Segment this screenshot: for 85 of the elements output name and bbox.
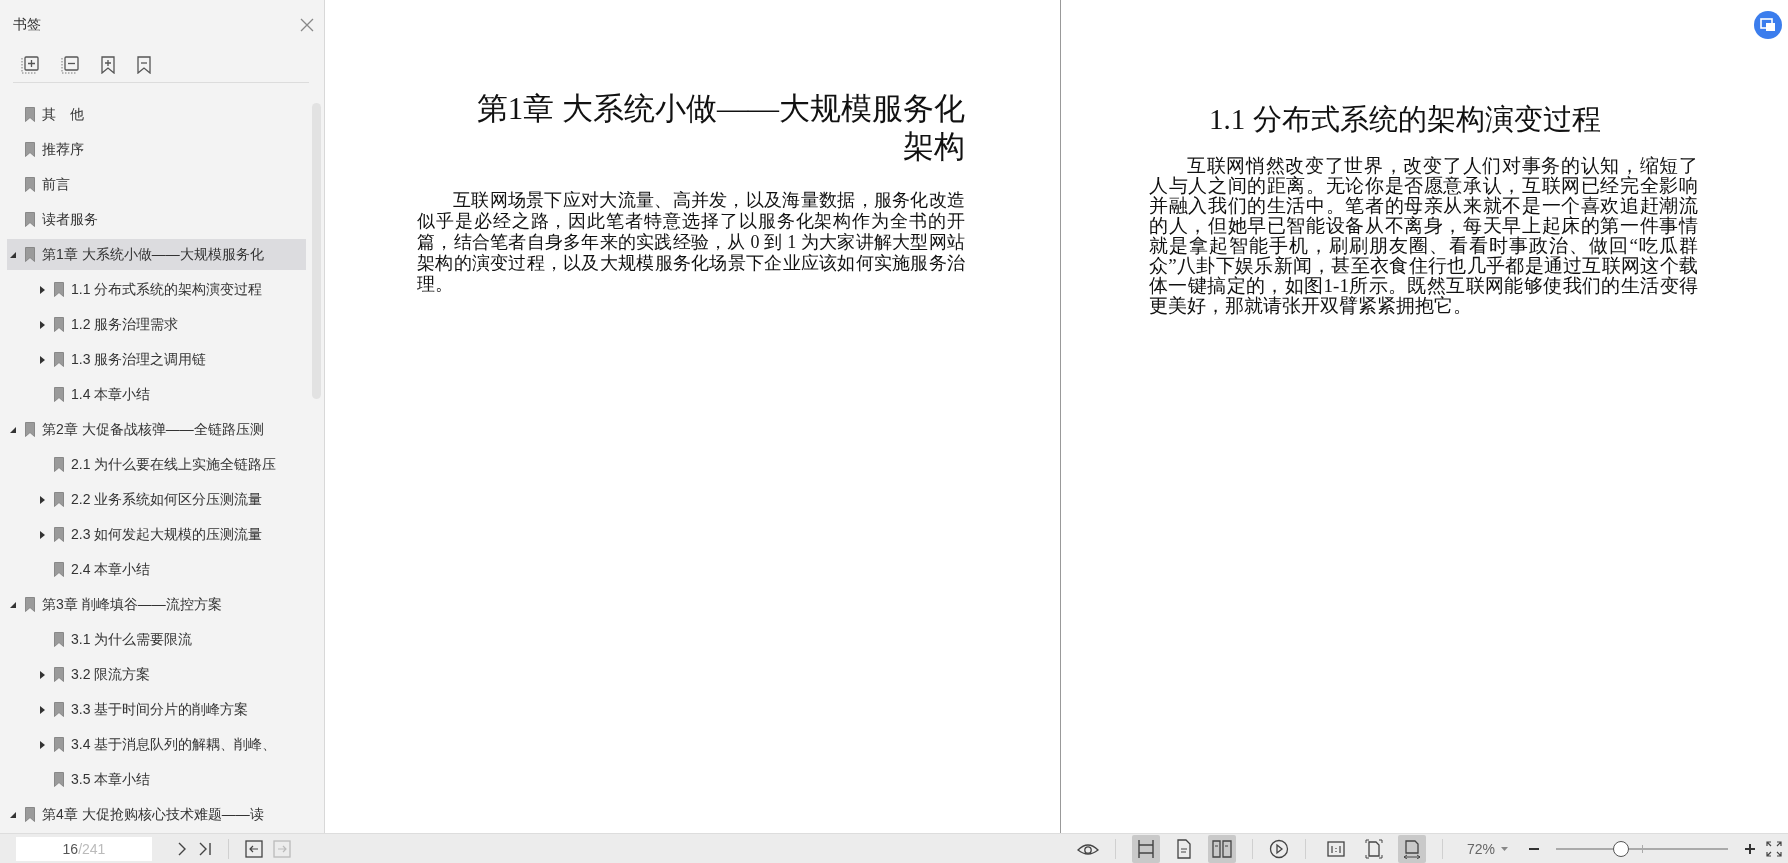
expand-triangle-icon[interactable] [38,670,46,679]
continuous-view-button[interactable] [1131,834,1160,863]
chapter-heading: 1.1 分布式系统的架构演变过程 [1208,102,1602,137]
actual-size-icon [1326,839,1345,858]
bookmark-item[interactable]: 1.2 服务治理需求 [25,309,306,340]
bookmark-item[interactable]: 2.2 业务系统如何区分压测流量 [25,484,306,515]
bookmark-icon [25,597,35,612]
bookmark-icon [54,317,64,332]
expand-triangle-icon[interactable] [38,530,46,539]
bookmark-item[interactable]: 读者服务 [7,204,306,235]
paragraph: 互联网悄然改变了世界，改变了人们对事务的认知，缩短了人与人之间的距离。无论你是否愿意承认，互联网已经完全影响并融入我们的生活中。笔者的母亲从来就不是一个喜欢追赶潮流的人，但她早已智能设备从不离身，每天早上起床的第一件事情就是拿起智能手机，刷刷朋友圈、看看时事政治、做回“吃瓜群众”八卦下娱乐新闻，甚至衣食住行也几乎都是通过互联网这个载体一键搞定的，如图1-1所示。既然互联网能够使我们的生活变得更美好，那就请张开双臂紧紧拥抱它。 [1149,156,1698,316]
collapse-triangle-icon[interactable] [9,600,17,609]
bookmark-item[interactable]: 2.1 为什么要在线上实施全链路压 [25,449,306,480]
bookmark-item[interactable]: 2.4 本章小结 [25,554,306,585]
play-icon[interactable] [1268,838,1289,859]
expand-triangle-icon[interactable] [38,705,46,714]
expand-triangle-icon[interactable] [38,740,46,749]
collapse-triangle-icon[interactable] [9,250,17,259]
fit-page-icon [1364,838,1383,859]
bookmark-icon [54,492,64,507]
fit-width-icon [1401,838,1422,859]
bookmark-item[interactable]: 3.1 为什么需要限流 [25,624,306,655]
bookmark-icon [25,807,35,822]
two-pages-icon [1211,838,1232,859]
bookmark-icon [25,142,35,157]
page-number-field[interactable]: 16/241 [16,836,152,861]
panel-title: 书签 [13,16,41,34]
bookmark-icon [54,457,64,472]
bookmark-item[interactable]: 第3章 削峰填谷——流控方案 [7,589,306,620]
chapter-heading: 第1章 大系统小做——大规模服务化架构 [475,90,965,166]
bookmark-item[interactable]: 1.4 本章小结 [25,379,306,410]
bookmark-icon [54,527,64,542]
bookmark-icon [25,177,35,192]
next-page-icon[interactable] [176,840,188,857]
collapse-triangle-icon[interactable] [9,810,17,819]
continuous-pages-icon [1136,838,1155,859]
bookmark-icon [54,632,64,647]
bookmark-item[interactable]: 1.1 分布式系统的架构演变过程 [25,274,306,305]
paragraph: 互联网场景下应对大流量、高并发，以及海量数据，服务化改造似乎是必经之路，因此笔者特意选择了以服务化架构作为全书的开篇，结合笔者自身多年来的实践经验，从 0 到 1 为大家讲解大型网站架构的演变过程，以及大规模服务化场景下企业应该如何实施服务治理。 [417,190,965,295]
bookmark-item[interactable]: 3.3 基于时间分片的削峰方案 [25,694,306,725]
expand-triangle-icon[interactable] [38,495,46,504]
bookmark-icon [25,422,35,437]
bookmark-icon [54,772,64,787]
bookmark-icon [54,387,64,402]
expand-all-icon[interactable] [21,56,39,74]
bookmark-item[interactable]: 推荐序 [7,134,306,165]
bookmark-icon [54,737,64,752]
bookmark-icon [54,702,64,717]
bookmark-item[interactable]: 3.5 本章小结 [25,764,306,795]
chat-icon[interactable] [1754,11,1782,39]
back-icon[interactable] [245,839,263,858]
bookmark-icon [25,107,35,122]
bookmark-item[interactable]: 第2章 大促备战核弹——全链路压测 [7,414,306,445]
collapse-triangle-icon[interactable] [9,425,17,434]
remove-bookmark-icon[interactable] [137,56,151,74]
slider-thumb[interactable] [1612,840,1629,857]
expand-triangle-icon[interactable] [38,355,46,364]
bookmark-item[interactable]: 第1章 大系统小做——大规模服务化 [7,239,306,270]
bookmark-item[interactable]: 3.4 基于消息队列的解耦、削峰、 [25,729,306,760]
bookmark-item[interactable]: 其 他 [7,99,306,130]
caret-icon [1501,846,1508,851]
fit-width-button[interactable] [1397,834,1426,863]
bookmark-item[interactable]: 第4章 大促抢购核心技术难题——读 [7,799,306,830]
expand-triangle-icon[interactable] [38,285,46,294]
collapse-all-icon[interactable] [61,56,79,74]
bookmark-icon [54,667,64,682]
bookmark-icon [54,282,64,297]
last-page-icon[interactable] [198,840,212,857]
bookmark-icon [25,212,35,227]
zoom-in-icon[interactable] [1744,842,1756,855]
page-icon [1175,838,1192,859]
bookmark-icon [54,352,64,367]
bookmark-icon [54,562,64,577]
bookmark-item[interactable]: 1.3 服务治理之调用链 [25,344,306,375]
bookmark-icon [25,247,35,262]
fullscreen-icon[interactable] [1766,840,1782,857]
forward-icon [273,839,291,858]
expand-triangle-icon[interactable] [38,320,46,329]
zoom-dropdown[interactable]: 72% [1458,840,1518,857]
bookmark-item[interactable]: 前言 [7,169,306,200]
close-icon[interactable] [300,18,314,32]
two-page-button[interactable] [1207,834,1236,863]
bookmark-item[interactable]: 3.2 限流方案 [25,659,306,690]
bookmark-item[interactable]: 2.3 如何发起大规模的压测流量 [25,519,306,550]
add-bookmark-icon[interactable] [101,56,115,74]
